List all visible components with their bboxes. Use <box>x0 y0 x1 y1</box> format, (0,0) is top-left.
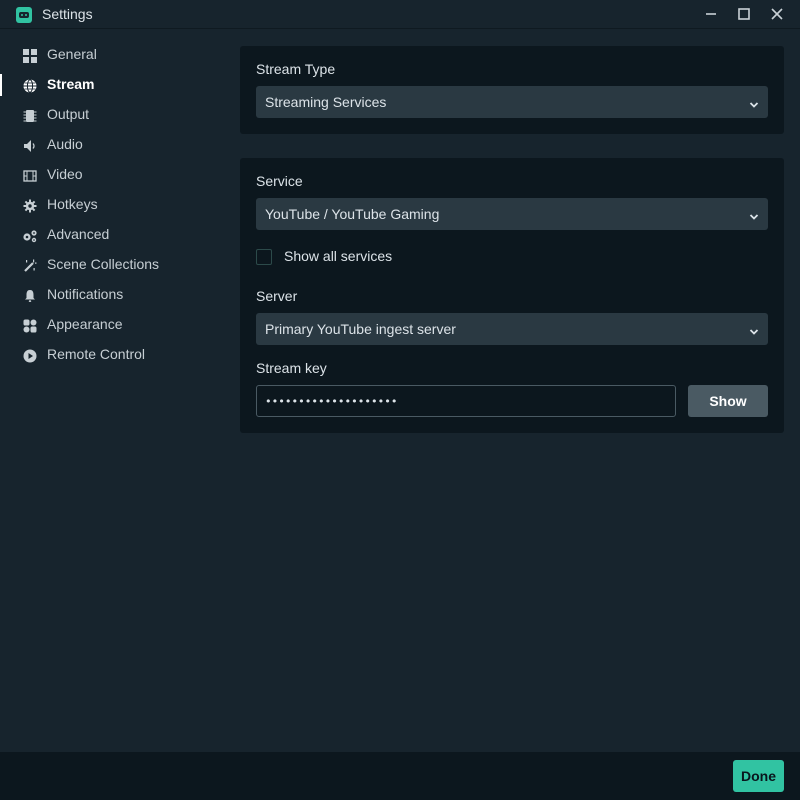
stream-key-input[interactable]: •••••••••••••••••••• <box>256 385 676 417</box>
footer-bar: Done <box>0 752 800 800</box>
show-all-services-checkbox[interactable] <box>256 249 272 265</box>
sidebar-item-label: Audio <box>47 136 83 152</box>
sidebar-item-label: Remote Control <box>47 346 146 362</box>
bell-icon <box>22 288 38 304</box>
stream-type-value: Streaming Services <box>265 94 387 110</box>
sidebar-item-label: Appearance <box>47 316 123 332</box>
window-title: Settings <box>42 6 93 22</box>
stream-type-select[interactable]: Streaming Services <box>256 86 768 118</box>
sidebar-item-remote-control[interactable]: Remote Control <box>0 340 220 370</box>
grid-icon <box>22 48 38 64</box>
server-label: Server <box>256 288 298 304</box>
sidebar-item-general[interactable]: General <box>0 40 220 70</box>
sidebar-item-output[interactable]: Output <box>0 100 220 130</box>
sidebar-item-notifications[interactable]: Notifications <box>0 280 220 310</box>
magic-wand-icon <box>22 258 38 274</box>
sidebar-item-label: Scene Collections <box>47 256 160 272</box>
sidebar-item-hotkeys[interactable]: Hotkeys <box>0 190 220 220</box>
sidebar-item-label: General <box>47 46 97 62</box>
maximize-icon[interactable] <box>733 4 755 24</box>
service-select[interactable]: YouTube / YouTube Gaming <box>256 198 768 230</box>
sidebar-item-scene-collections[interactable]: Scene Collections <box>0 250 220 280</box>
sidebar-item-label: Hotkeys <box>47 196 98 212</box>
sidebar-item-label: Output <box>47 106 90 122</box>
title-bar: Settings <box>0 0 800 29</box>
sidebar-item-label: Notifications <box>47 286 124 302</box>
chevron-down-icon <box>748 97 760 108</box>
streamlabs-logo-icon <box>16 7 32 23</box>
chevron-down-icon <box>748 209 760 220</box>
play-circle-icon <box>22 348 38 364</box>
appearance-icon <box>22 318 38 334</box>
speaker-icon <box>22 138 38 154</box>
sidebar-item-advanced[interactable]: Advanced <box>0 220 220 250</box>
service-value: YouTube / YouTube Gaming <box>265 206 440 222</box>
done-button[interactable]: Done <box>733 760 784 792</box>
sidebar-item-audio[interactable]: Audio <box>0 130 220 160</box>
gears-icon <box>22 228 38 244</box>
stream-type-panel: Stream Type Streaming Services <box>240 46 784 134</box>
server-value: Primary YouTube ingest server <box>265 321 456 337</box>
show-stream-key-button[interactable]: Show <box>688 385 768 417</box>
globe-icon <box>22 78 38 94</box>
stream-key-label: Stream key <box>256 360 327 376</box>
gear-icon <box>22 198 38 214</box>
minimize-icon[interactable] <box>700 4 722 24</box>
server-select[interactable]: Primary YouTube ingest server <box>256 313 768 345</box>
chevron-down-icon <box>748 324 760 335</box>
chip-icon <box>22 108 38 124</box>
show-all-services-label[interactable]: Show all services <box>284 248 392 264</box>
close-icon[interactable] <box>766 4 788 24</box>
sidebar-item-label: Stream <box>47 76 95 92</box>
service-label: Service <box>256 173 303 189</box>
stream-type-label: Stream Type <box>256 61 336 77</box>
sidebar-item-video[interactable]: Video <box>0 160 220 190</box>
service-panel: Service YouTube / YouTube Gaming Show al… <box>240 158 784 433</box>
film-icon <box>22 168 38 184</box>
sidebar-item-appearance[interactable]: Appearance <box>0 310 220 340</box>
sidebar-item-label: Video <box>47 166 83 182</box>
sidebar-item-label: Advanced <box>47 226 110 242</box>
sidebar-item-stream[interactable]: Stream <box>0 70 220 100</box>
